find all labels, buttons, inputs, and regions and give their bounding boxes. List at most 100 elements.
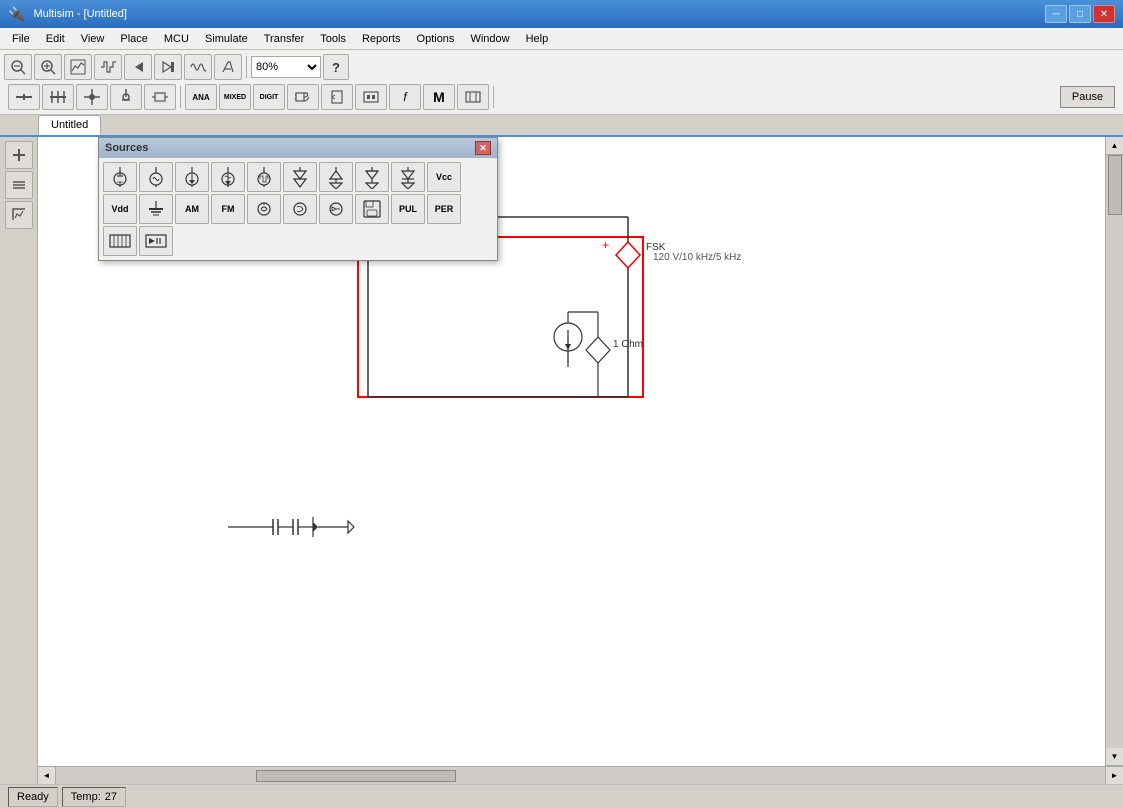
menu-mcu[interactable]: MCU: [156, 31, 197, 47]
scroll-down-button[interactable]: ▼: [1106, 748, 1123, 766]
func-button[interactable]: f: [389, 84, 421, 110]
zoom-in-button[interactable]: [34, 54, 62, 80]
dc-voltage-source[interactable]: [103, 162, 137, 192]
arrow-right-button[interactable]: [154, 54, 182, 80]
src-extra2[interactable]: [139, 226, 173, 256]
right-scrollbar: ▲ ▼: [1105, 137, 1123, 766]
canvas-area[interactable]: + FSK 120 V/10 kHz/5: [38, 137, 1105, 766]
src-diode2[interactable]: [283, 194, 317, 224]
pul-source-button[interactable]: PUL: [391, 194, 425, 224]
voltage-source-symbol: [586, 337, 610, 363]
digit-button[interactable]: DIGIT: [253, 84, 285, 110]
vcc-button[interactable]: Vcc: [427, 162, 461, 192]
indicator-button[interactable]: [355, 84, 387, 110]
sources-title: Sources: [105, 142, 148, 154]
menu-options[interactable]: Options: [409, 31, 463, 47]
menu-simulate[interactable]: Simulate: [197, 31, 256, 47]
left-tool-1[interactable]: [5, 141, 33, 169]
src-controlled[interactable]: [319, 194, 353, 224]
pause-button[interactable]: Pause: [1060, 86, 1115, 108]
waveform-button[interactable]: [94, 54, 122, 80]
ac-voltage-source[interactable]: [139, 162, 173, 192]
toolbar-row1: 80%50%75% 100%125%150%200% ?: [4, 52, 1119, 82]
sep2: [180, 86, 181, 108]
menu-reports[interactable]: Reports: [354, 31, 409, 47]
ana-button[interactable]: ANA: [185, 84, 217, 110]
tab-untitled[interactable]: Untitled: [38, 115, 101, 135]
misc-button[interactable]: [457, 84, 489, 110]
fm-source-button[interactable]: FM: [211, 194, 245, 224]
temp-label: Temp:: [71, 791, 101, 803]
component-button[interactable]: [144, 84, 176, 110]
scroll-thumb[interactable]: [1108, 155, 1122, 215]
ground-source[interactable]: [139, 194, 173, 224]
menu-tools[interactable]: Tools: [312, 31, 354, 47]
menu-window[interactable]: Window: [462, 31, 517, 47]
inner-work: + FSK 120 V/10 kHz/5: [38, 137, 1123, 784]
hscroll-track: [56, 767, 1105, 785]
menu-transfer[interactable]: Transfer: [256, 31, 313, 47]
diode-symbol: [348, 521, 354, 533]
status-temp: Temp: 27: [62, 787, 126, 807]
zoom-select[interactable]: 80%50%75% 100%125%150%200%: [251, 56, 321, 78]
scroll-right-button[interactable]: ►: [1105, 767, 1123, 784]
help-button[interactable]: ?: [323, 54, 349, 80]
am-source-button[interactable]: AM: [175, 194, 209, 224]
status-ready: Ready: [8, 787, 58, 807]
left-tool-3[interactable]: [5, 201, 33, 229]
menu-edit[interactable]: Edit: [38, 31, 73, 47]
select-tool-button[interactable]: [8, 84, 40, 110]
dc-current-source[interactable]: [175, 162, 209, 192]
sources-panel: Sources ✕: [98, 137, 498, 261]
bipolar-ac2[interactable]: [391, 162, 425, 192]
ff-button[interactable]: [321, 84, 353, 110]
src-extra1[interactable]: [103, 226, 137, 256]
status-bar: Ready Temp: 27: [0, 784, 1123, 808]
scroll-up-button[interactable]: ▲: [1106, 137, 1123, 155]
toolbar-row2: ANA MIXED DIGIT f M Pause: [4, 82, 1119, 112]
zoom-out-button[interactable]: [4, 54, 32, 80]
no-connect-button[interactable]: [110, 84, 142, 110]
sources-header: Sources ✕: [99, 138, 497, 158]
separator: [246, 56, 247, 78]
resistor-label: 1 Ohm: [613, 339, 643, 350]
per-source-button[interactable]: PER: [427, 194, 461, 224]
menu-place[interactable]: Place: [112, 31, 156, 47]
meas-button[interactable]: M: [423, 84, 455, 110]
app-icon: 🔌: [8, 6, 25, 23]
menu-file[interactable]: File: [4, 31, 38, 47]
title-bar: 🔌 Multisim - [Untitled] ─ □ ✕: [0, 0, 1123, 28]
gate-button[interactable]: [287, 84, 319, 110]
window-controls: ─ □ ✕: [1045, 5, 1115, 23]
wire-tool-button[interactable]: [42, 84, 74, 110]
sine-button[interactable]: [184, 54, 212, 80]
left-tool-2[interactable]: [5, 171, 33, 199]
close-button[interactable]: ✕: [1093, 5, 1115, 23]
left-sidebar: [0, 137, 38, 784]
sources-close-button[interactable]: ✕: [475, 141, 491, 155]
ready-text: Ready: [17, 791, 49, 803]
minimize-button[interactable]: ─: [1045, 5, 1067, 23]
paint-button[interactable]: [214, 54, 242, 80]
arrow-left-button[interactable]: [124, 54, 152, 80]
vdd-button[interactable]: Vdd: [103, 194, 137, 224]
src-floppy[interactable]: [355, 194, 389, 224]
mixed-button[interactable]: MIXED: [219, 84, 251, 110]
hscroll-thumb[interactable]: [256, 770, 456, 782]
maximize-button[interactable]: □: [1069, 5, 1091, 23]
junction-button[interactable]: [76, 84, 108, 110]
graph-button[interactable]: [64, 54, 92, 80]
fsk-source-symbol: [616, 242, 640, 268]
src-diode1[interactable]: [247, 194, 281, 224]
menu-view[interactable]: View: [73, 31, 113, 47]
ac-current-source[interactable]: [211, 162, 245, 192]
menu-help[interactable]: Help: [518, 31, 557, 47]
node-arrow: [313, 522, 318, 532]
bipolar-ac1[interactable]: [319, 162, 353, 192]
bipolar-dc2[interactable]: [355, 162, 389, 192]
bipolar-dc1[interactable]: [283, 162, 317, 192]
scroll-left-button[interactable]: ◄: [38, 767, 56, 784]
clock-source[interactable]: [247, 162, 281, 192]
tab-bar: Untitled: [0, 115, 1123, 137]
app-wrapper: 🔌 Multisim - [Untitled] ─ □ ✕ FileEditVi…: [0, 0, 1123, 808]
